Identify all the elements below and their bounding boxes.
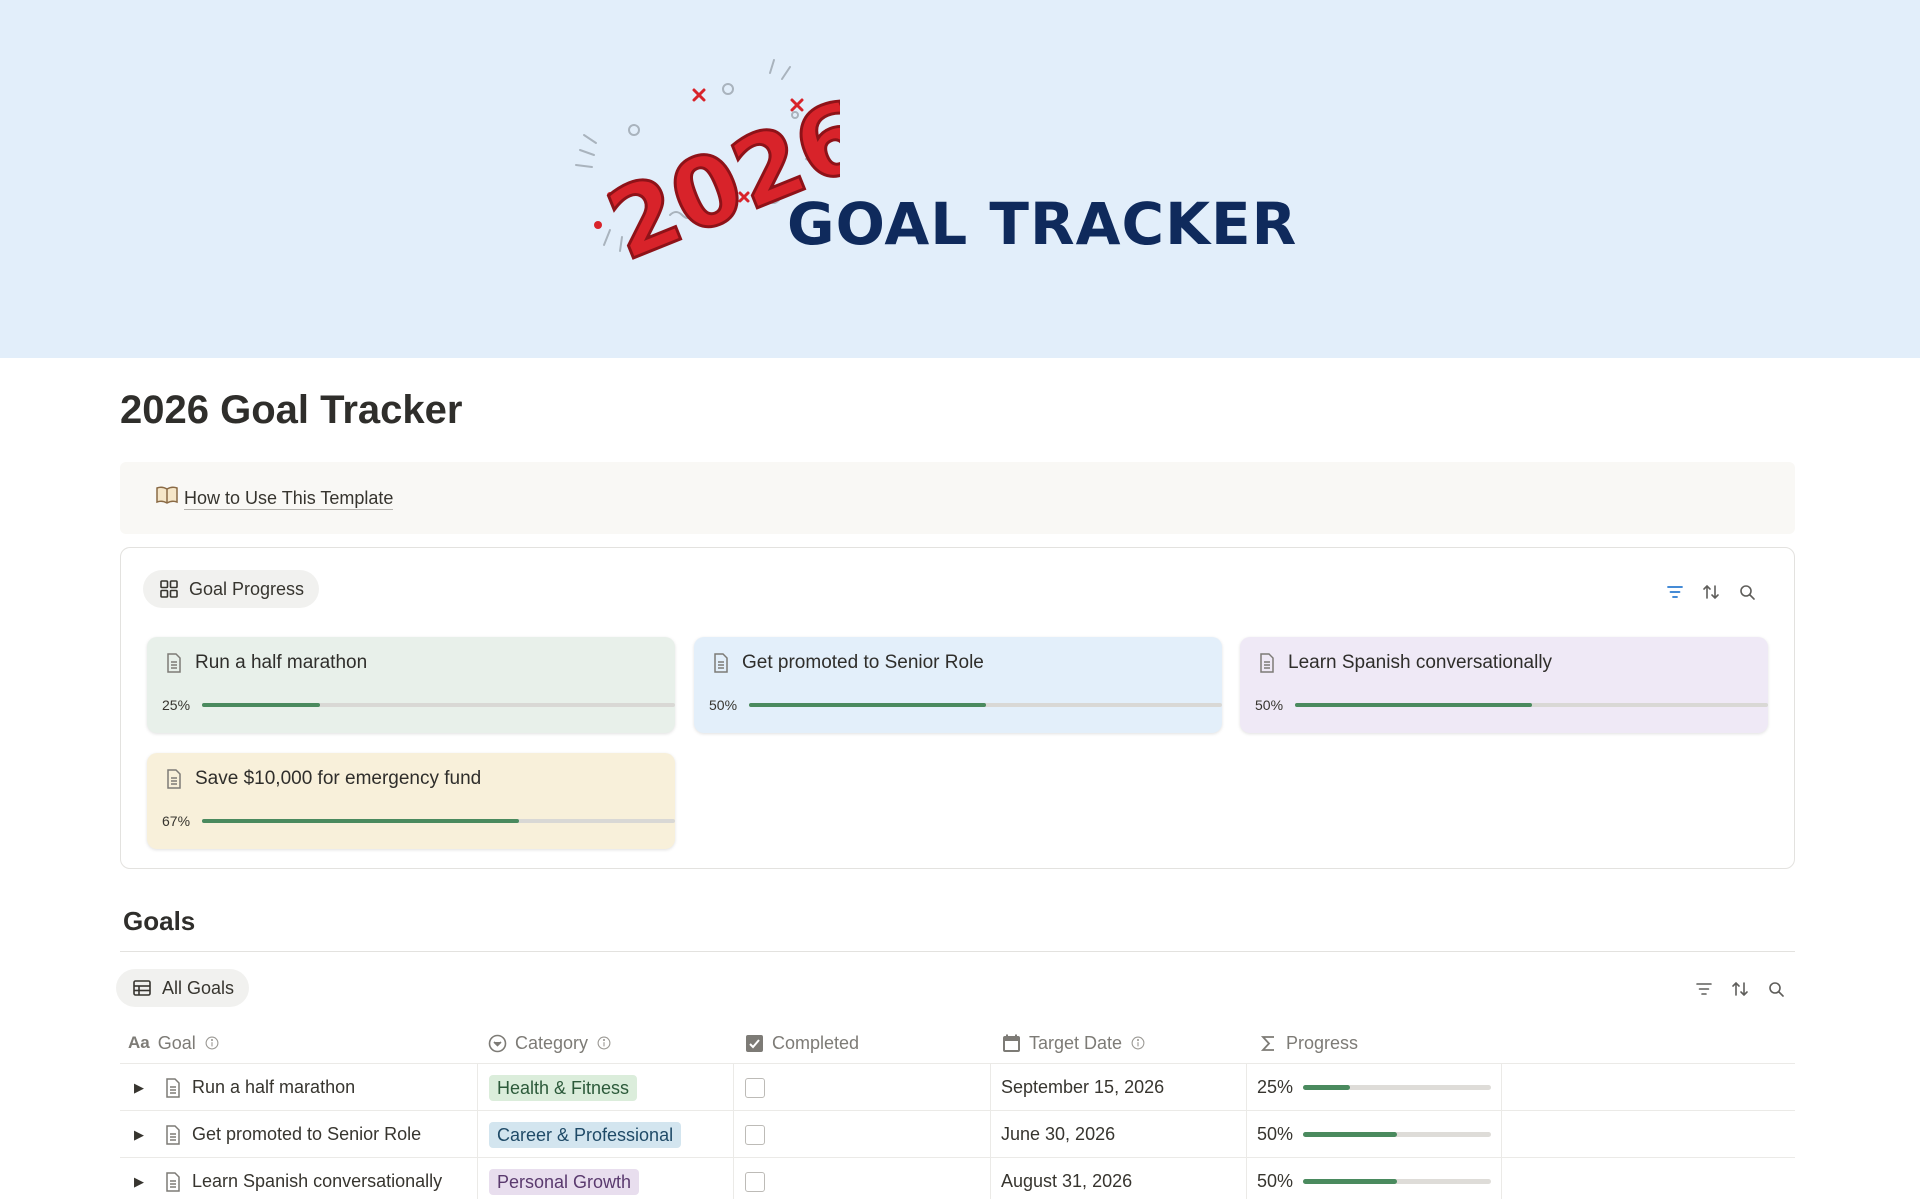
- table-row[interactable]: ▶ Get promoted to Senior Role Career & P…: [120, 1111, 1795, 1158]
- document-icon: [167, 653, 181, 673]
- column-label: Goal: [157, 1032, 196, 1053]
- view-tab-all-goals[interactable]: All Goals: [116, 969, 250, 1007]
- column-header-progress[interactable]: Progress: [1259, 1022, 1358, 1064]
- goal-card[interactable]: Save $10,000 for emergency fund 67%: [147, 753, 675, 849]
- column-header-category[interactable]: Category: [488, 1022, 612, 1064]
- checkbox-property-icon: [746, 1034, 763, 1052]
- title-property-icon: Aa: [128, 1033, 150, 1052]
- card-progress-track: [202, 703, 675, 707]
- expand-toggle-icon[interactable]: ▶: [134, 1127, 154, 1143]
- card-title: Save $10,000 for emergency fund: [195, 768, 482, 789]
- cover-title: GOAL TRACKER: [787, 190, 1298, 258]
- how-to-use-link[interactable]: How to Use This Template: [184, 487, 394, 510]
- goal-name[interactable]: Get promoted to Senior Role: [192, 1124, 421, 1145]
- sort-icon[interactable]: [1730, 979, 1750, 999]
- goal-name[interactable]: Learn Spanish conversationally: [192, 1171, 442, 1192]
- section-divider: [120, 951, 1795, 952]
- card-progress-track: [202, 819, 675, 823]
- card-title: Learn Spanish conversationally: [1288, 652, 1553, 673]
- document-icon: [167, 769, 181, 789]
- card-progress-fill: [1295, 703, 1532, 707]
- how-to-callout: How to Use This Template: [120, 462, 1795, 534]
- progress-label: 50%: [1257, 1124, 1294, 1144]
- progress-track: [1303, 1085, 1492, 1090]
- expand-toggle-icon[interactable]: ▶: [134, 1174, 154, 1190]
- open-book-icon: [156, 486, 178, 510]
- card-progress-fill: [749, 703, 986, 707]
- formula-sigma-icon: [1260, 1035, 1274, 1051]
- search-icon[interactable]: [1766, 979, 1786, 999]
- card-progress-fill: [202, 703, 321, 707]
- document-icon: [1260, 653, 1274, 673]
- goals-table: Aa Goal Category Completed Target Date P…: [120, 1022, 1795, 1199]
- card-title: Get promoted to Senior Role: [742, 652, 984, 673]
- filter-icon[interactable]: [1665, 582, 1685, 602]
- table-header: Aa Goal Category Completed Target Date P…: [120, 1022, 1795, 1064]
- board-toolbar: [1665, 582, 1757, 602]
- document-icon: [162, 1077, 184, 1099]
- card-progress-track: [749, 703, 1222, 707]
- info-icon: [1131, 1036, 1145, 1050]
- column-header-goal[interactable]: Aa Goal: [128, 1022, 220, 1064]
- card-progress-label: 67%: [162, 813, 191, 829]
- expand-toggle-icon[interactable]: ▶: [134, 1080, 154, 1096]
- document-icon: [162, 1171, 184, 1193]
- progress-track: [1303, 1179, 1492, 1184]
- category-tag[interactable]: Career & Professional: [489, 1121, 682, 1148]
- card-progress-label: 25%: [162, 697, 191, 713]
- cover-banner: 2026 GOAL TRACKER: [0, 0, 1920, 358]
- category-tag[interactable]: Health & Fitness: [489, 1074, 638, 1101]
- goal-card[interactable]: Run a half marathon 25%: [147, 637, 675, 733]
- select-property-icon: [488, 1034, 507, 1052]
- table-icon: [133, 980, 151, 996]
- info-icon: [205, 1036, 219, 1050]
- progress-fill: [1303, 1179, 1398, 1184]
- column-label: Category: [515, 1032, 589, 1053]
- progress-track: [1303, 1132, 1492, 1137]
- column-label: Target Date: [1029, 1032, 1123, 1053]
- target-date[interactable]: August 31, 2026: [1001, 1171, 1132, 1192]
- progress-fill: [1303, 1085, 1351, 1090]
- card-progress-label: 50%: [709, 697, 738, 713]
- document-icon: [162, 1124, 184, 1146]
- progress-label: 25%: [1257, 1077, 1294, 1097]
- column-header-completed[interactable]: Completed: [745, 1022, 859, 1064]
- column-label: Progress: [1286, 1032, 1359, 1053]
- view-tab-label: All Goals: [162, 977, 235, 998]
- page-title: 2026 Goal Tracker: [120, 388, 463, 432]
- target-date[interactable]: September 15, 2026: [1001, 1077, 1164, 1098]
- view-tab-goal-progress[interactable]: Goal Progress: [143, 570, 320, 608]
- filter-icon[interactable]: [1694, 979, 1714, 999]
- table-toolbar: [1694, 979, 1786, 999]
- section-title-goals: Goals: [123, 906, 196, 936]
- info-icon: [597, 1036, 611, 1050]
- card-title: Run a half marathon: [195, 652, 368, 673]
- card-progress-fill: [202, 819, 519, 823]
- gallery-icon: [160, 580, 178, 598]
- progress-label: 50%: [1257, 1171, 1294, 1191]
- column-header-target-date[interactable]: Target Date: [1002, 1022, 1146, 1064]
- card-progress-track: [1295, 703, 1768, 707]
- completed-checkbox[interactable]: [745, 1124, 765, 1145]
- sort-icon[interactable]: [1701, 582, 1721, 602]
- completed-checkbox[interactable]: [745, 1077, 765, 1098]
- table-row[interactable]: ▶ Run a half marathon Health & Fitness S…: [120, 1064, 1795, 1111]
- target-date[interactable]: June 30, 2026: [1001, 1124, 1115, 1145]
- view-tab-label: Goal Progress: [189, 578, 305, 599]
- goal-name[interactable]: Run a half marathon: [192, 1077, 355, 1098]
- progress-fill: [1303, 1132, 1398, 1137]
- category-tag[interactable]: Personal Growth: [489, 1168, 640, 1195]
- search-icon[interactable]: [1737, 582, 1757, 602]
- goal-card[interactable]: Learn Spanish conversationally 50%: [1240, 637, 1768, 733]
- document-icon: [714, 653, 728, 673]
- goal-progress-board: Goal Progress Run a half marathon 25% Ge…: [120, 547, 1795, 869]
- column-label: Completed: [772, 1032, 860, 1053]
- card-progress-label: 50%: [1255, 697, 1284, 713]
- table-row[interactable]: ▶ Learn Spanish conversationally Persona…: [120, 1158, 1795, 1199]
- completed-checkbox[interactable]: [745, 1171, 765, 1192]
- calendar-icon: [1003, 1034, 1020, 1052]
- goal-card[interactable]: Get promoted to Senior Role 50%: [694, 637, 1222, 733]
